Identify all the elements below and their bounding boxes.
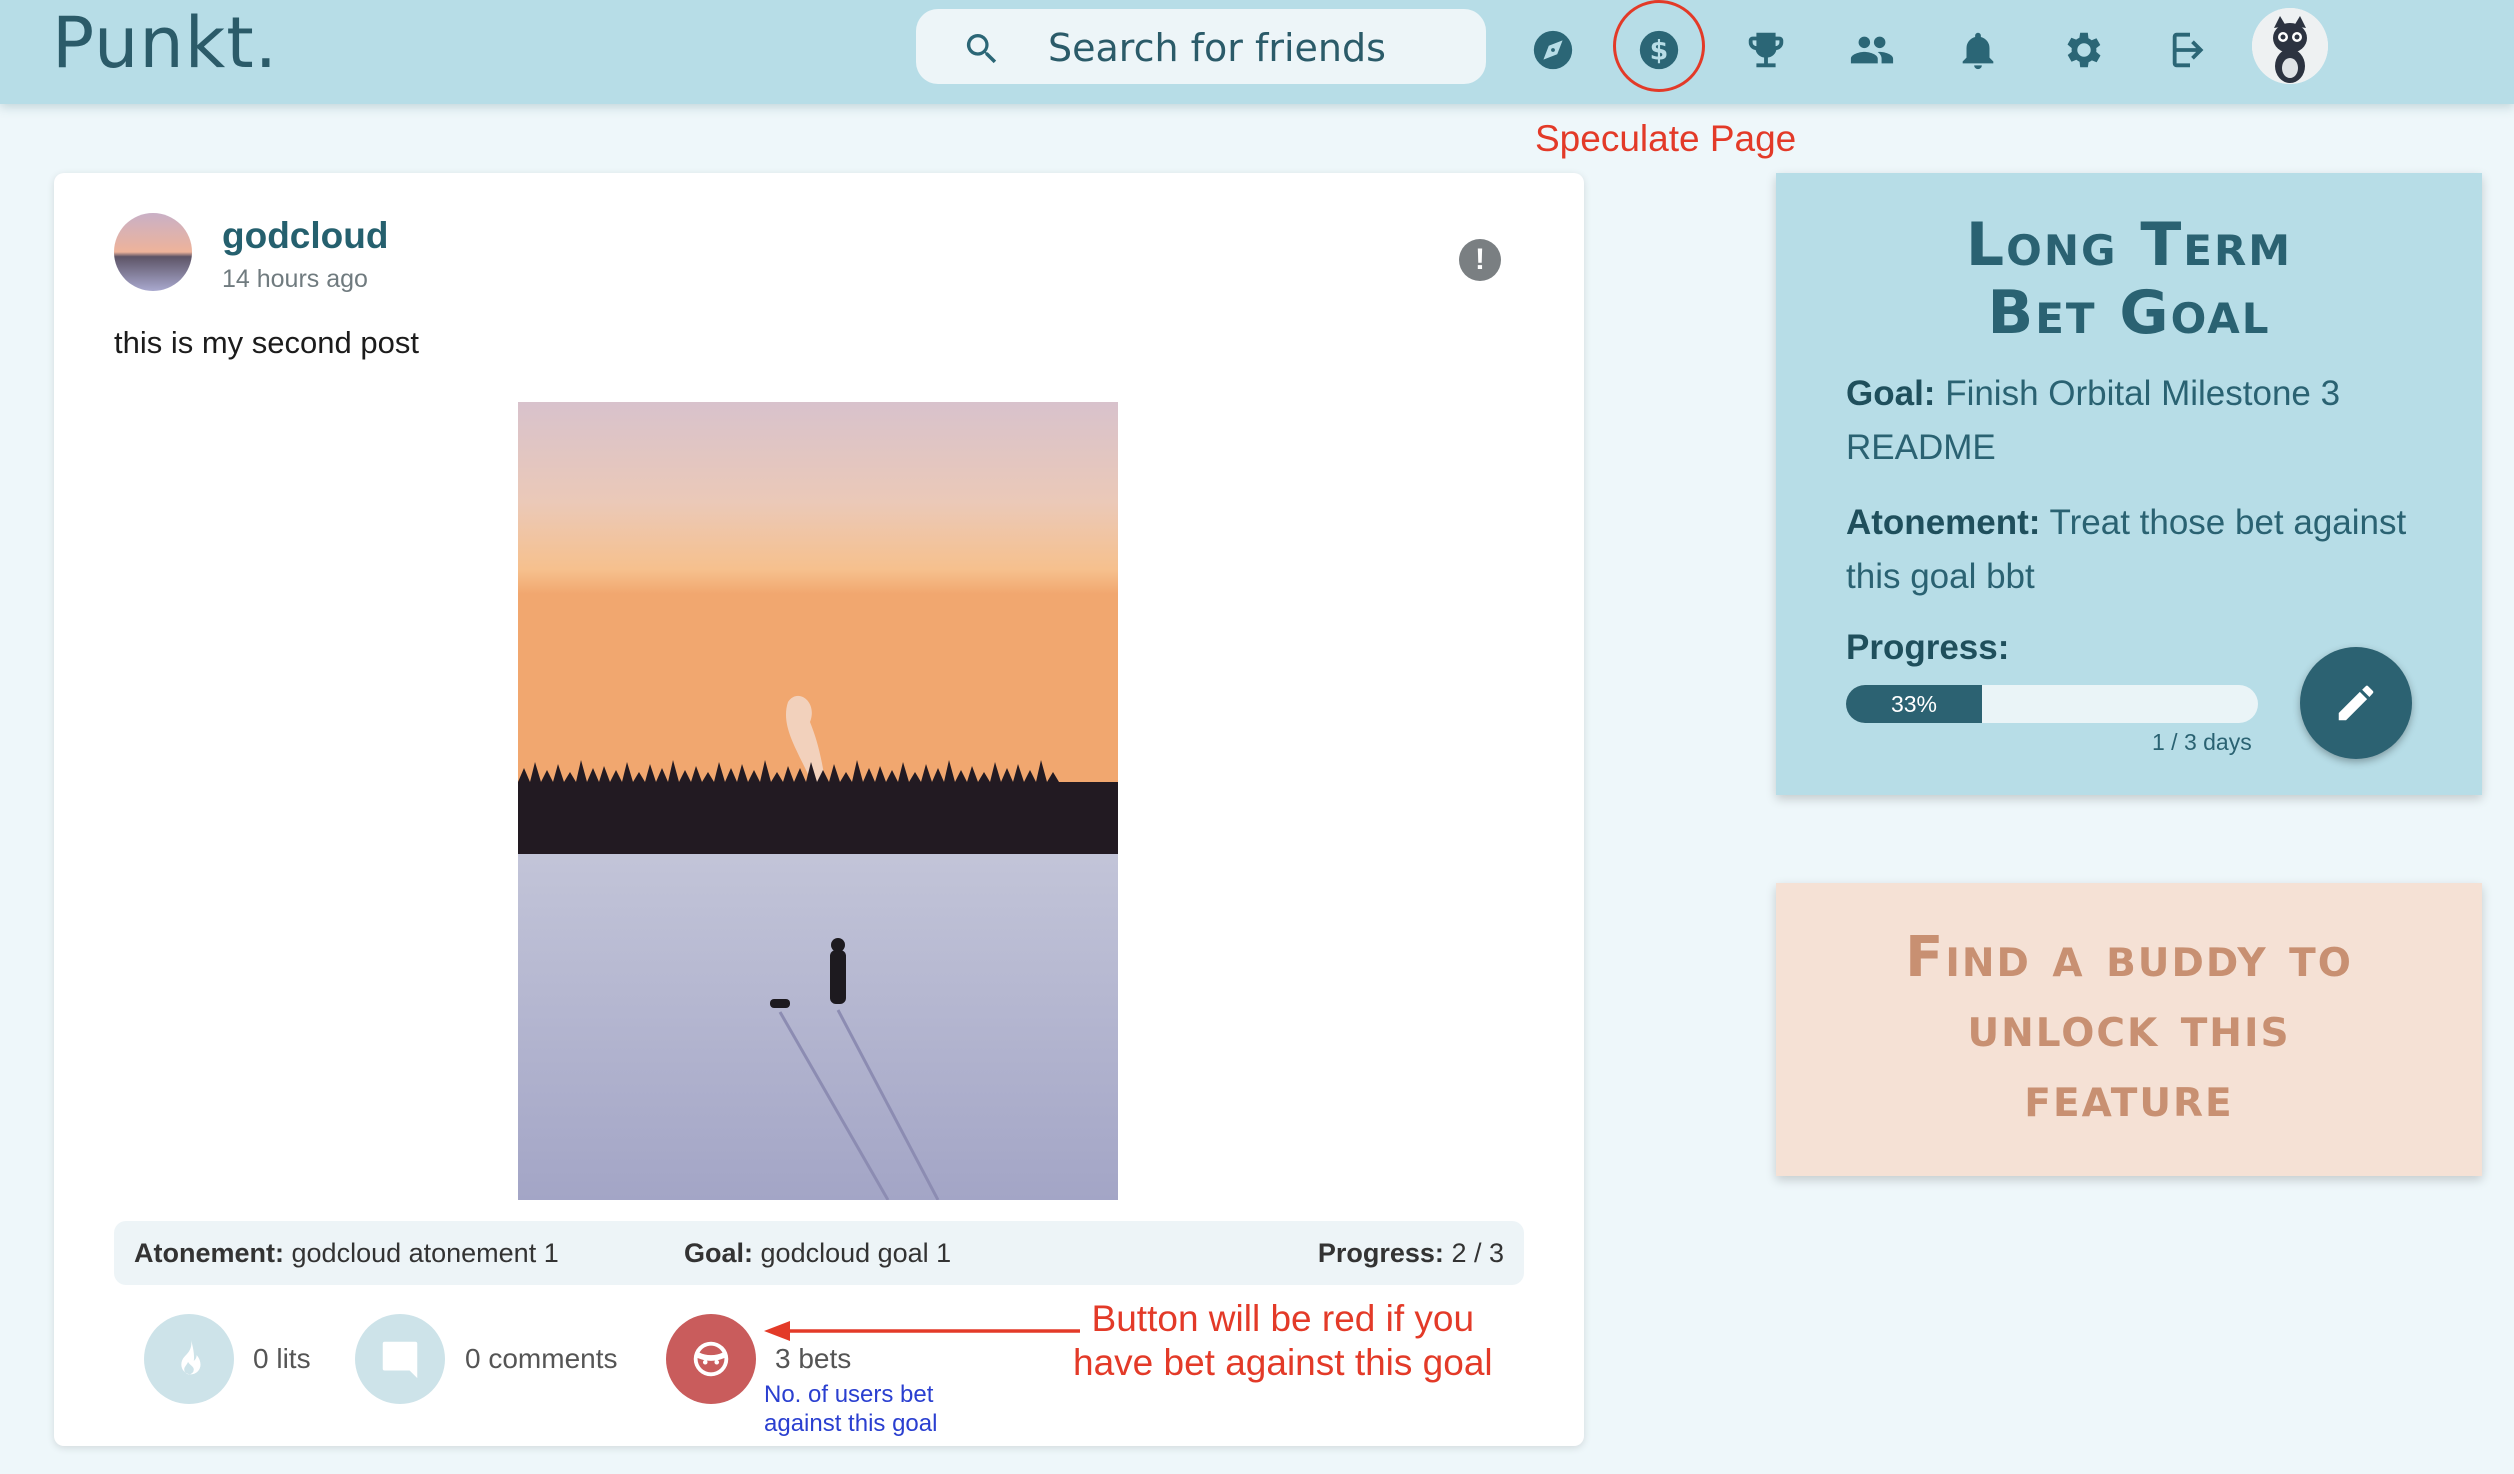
explore-button[interactable] <box>1521 18 1585 82</box>
post-card: godcloud 14 hours ago ! this is my secon… <box>54 173 1584 1446</box>
flame-icon <box>181 1339 201 1375</box>
goal-panel-goal: Goal: Finish Orbital Milestone 3 README <box>1846 374 2341 467</box>
comment-button[interactable] <box>355 1314 445 1404</box>
gear-icon <box>2067 32 2101 68</box>
long-term-goal-panel: Long Term Bet Goal Goal: Finish Orbital … <box>1776 173 2482 795</box>
pencil-icon <box>2338 685 2374 721</box>
speculate-annotation: Speculate Page <box>1535 118 1797 159</box>
post-username[interactable]: godcloud <box>222 215 388 257</box>
trophy-icon <box>1748 32 1784 68</box>
speculate-button[interactable]: $ <box>1627 18 1691 82</box>
logout-button[interactable] <box>2158 18 2222 82</box>
leaderboard-button[interactable] <box>1734 18 1798 82</box>
cat-avatar-icon <box>2252 8 2328 84</box>
settings-button[interactable] <box>2052 18 2116 82</box>
dollar-icon: $ <box>1639 30 1679 70</box>
friends-icon <box>1850 36 1894 64</box>
goal-panel-atonement: Atonement: Treat those bet against this … <box>1846 503 2407 596</box>
annotation-arrow <box>764 1321 1080 1341</box>
svg-text:$: $ <box>1650 36 1669 67</box>
goal-progress-fill: 33% <box>1846 685 1982 723</box>
bell-icon <box>1962 32 1994 70</box>
post-author-avatar[interactable] <box>114 213 192 291</box>
post-timestamp: 14 hours ago <box>222 265 368 293</box>
comment-icon <box>382 1341 418 1379</box>
buddy-panel-text: Find a buddy to unlock this feature <box>1905 925 2353 1130</box>
bets-note: No. of users bet against this goal <box>764 1381 938 1437</box>
comments-count: 0 comments <box>465 1343 618 1374</box>
bet-button[interactable] <box>666 1314 756 1404</box>
compass-icon <box>1533 30 1573 70</box>
navbar: Punkt. $ <box>0 0 2514 104</box>
search-icon <box>966 34 997 64</box>
user-avatar[interactable] <box>2252 8 2328 84</box>
logout-icon <box>2172 32 2204 68</box>
post-progress: Progress: 2 / 3 <box>1317 1238 1504 1268</box>
buddy-locked-panel: Find a buddy to unlock this feature <box>1776 883 2482 1176</box>
brand-logo[interactable]: Punkt. <box>52 2 278 84</box>
edit-goal-button[interactable] <box>2300 647 2412 759</box>
goal-progress-days: 1 / 3 days <box>2152 729 2252 755</box>
goal-info-bar: Atonement: godcloud atonement 1 Goal: go… <box>114 1221 1524 1285</box>
post-image <box>518 402 1118 1200</box>
goal-progress-bar: 33% <box>1846 685 2258 723</box>
lit-button[interactable] <box>144 1314 234 1404</box>
post-atonement: Atonement: godcloud atonement 1 <box>134 1238 559 1268</box>
post-goal: Goal: godcloud goal 1 <box>684 1238 952 1268</box>
notifications-button[interactable] <box>1946 18 2010 82</box>
post-text: this is my second post <box>114 325 419 360</box>
search-input[interactable] <box>1046 19 1470 76</box>
lits-count: 0 lits <box>253 1343 311 1374</box>
report-icon[interactable]: ! <box>1459 239 1501 281</box>
goal-panel-title: Long Term Bet Goal <box>1965 210 2293 348</box>
face-icon <box>693 1341 729 1377</box>
bets-count: 3 bets <box>775 1343 852 1374</box>
friends-button[interactable] <box>1840 18 1904 82</box>
bet-button-annotation: Button will be red if you have bet again… <box>1073 1298 1493 1383</box>
search-bar[interactable] <box>916 9 1486 84</box>
